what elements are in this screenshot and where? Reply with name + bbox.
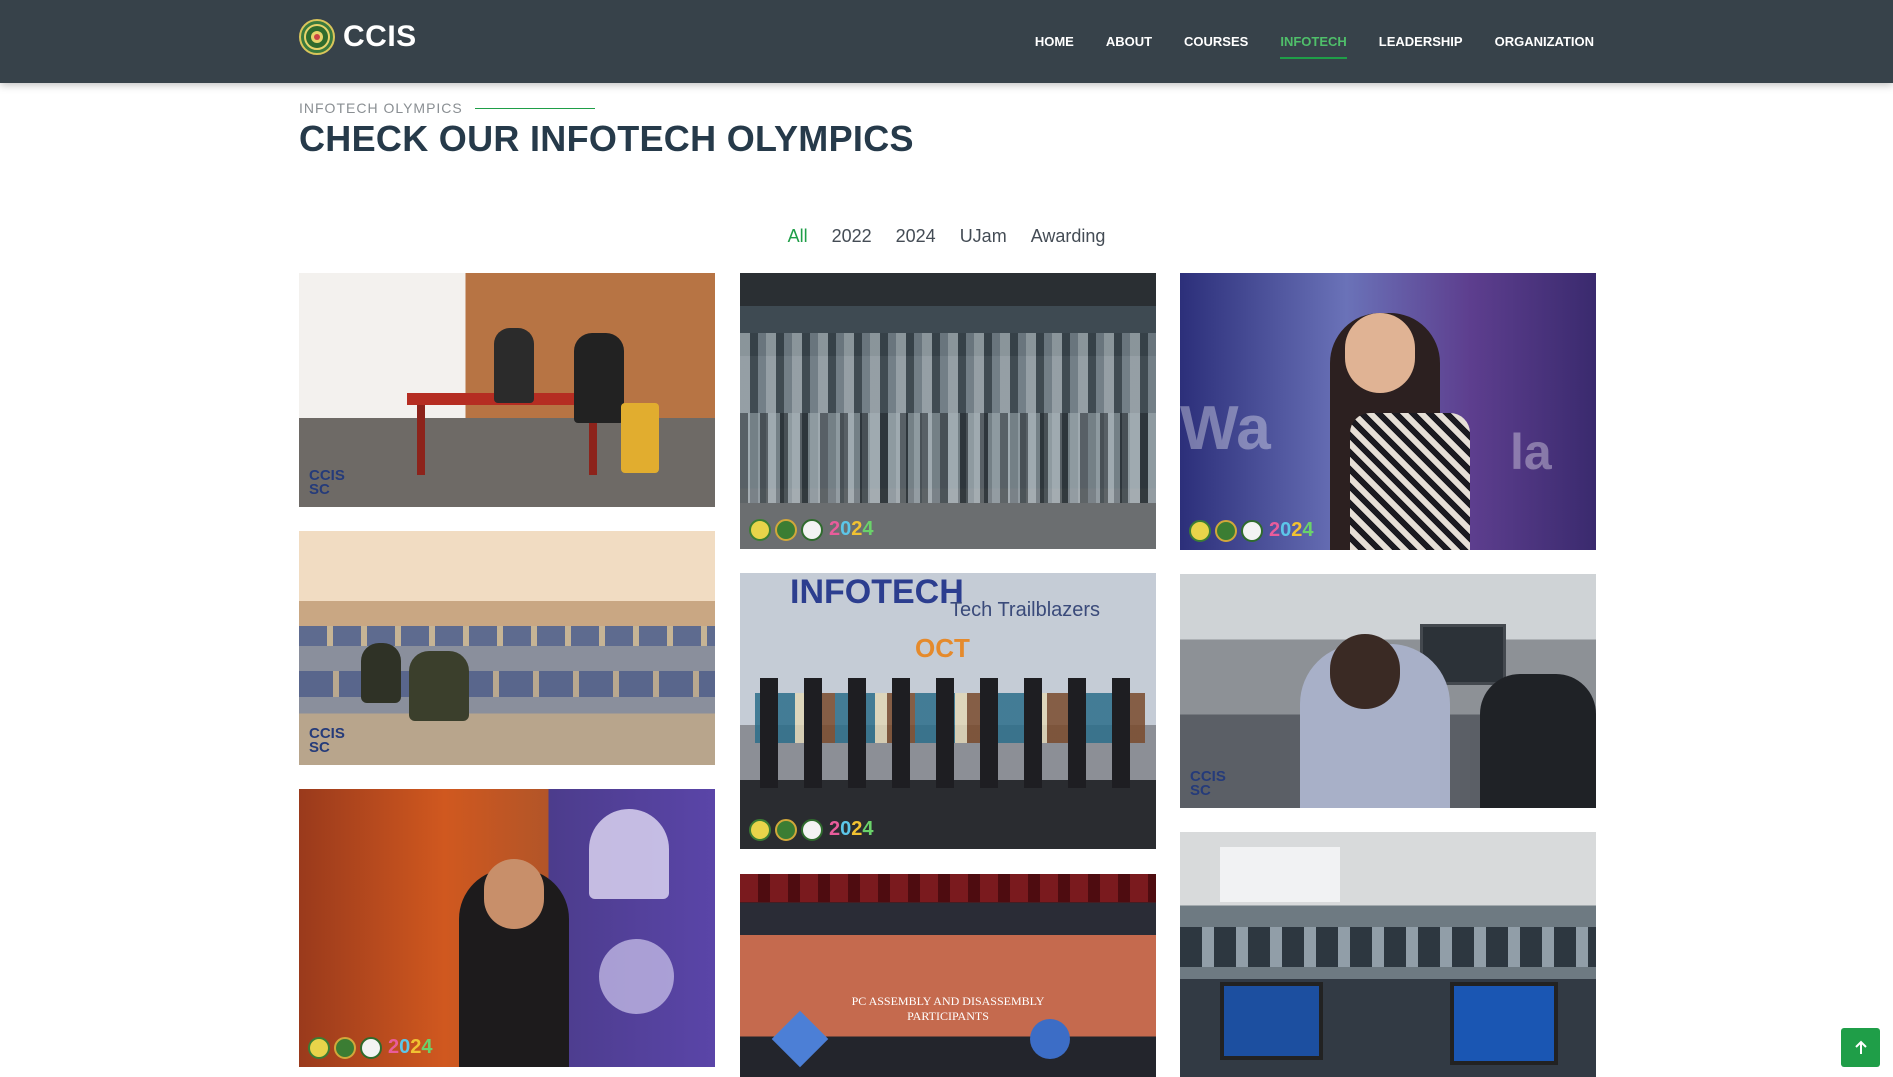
nav-home[interactable]: HOME: [1035, 28, 1074, 55]
photo-crowd-cheering: [740, 273, 1156, 549]
infotech-2024-badge: 2024: [829, 518, 874, 540]
section-eyebrow: INFOTECH OLYMPICS: [299, 100, 595, 116]
gallery-photo-4[interactable]: CCIS SC: [299, 531, 715, 765]
nav-about[interactable]: ABOUT: [1106, 28, 1152, 55]
school-seal-icon: [749, 518, 771, 541]
event-logos: 2024: [749, 818, 874, 841]
photo-singer-stage: Wa la: [1180, 273, 1596, 550]
photo-computer-lab-contest: [1180, 832, 1596, 1077]
main-nav: HOME ABOUT COURSES INFOTECH LEADERSHIP O…: [1035, 0, 1594, 83]
infotech-2024-badge: 2024: [1269, 519, 1314, 541]
gallery-photo-7[interactable]: 2024: [299, 789, 715, 1067]
council-seal-icon: [801, 518, 823, 541]
photo-computer-lab-peace: [1180, 574, 1596, 808]
school-seal-icon: [308, 1036, 330, 1059]
nav-infotech[interactable]: INFOTECH: [1280, 28, 1348, 59]
eyebrow-divider: [474, 107, 595, 109]
ccis-seal-icon: [1215, 519, 1237, 542]
photo-art-winners-stage: INFOTECH Tech Trailblazers OCT: [740, 573, 1156, 849]
photo-judges-table: [299, 273, 715, 507]
ccis-sc-watermark: CCIS SC: [309, 726, 345, 756]
eyebrow-label: INFOTECH OLYMPICS: [299, 100, 463, 116]
ccis-seal-icon: [775, 518, 797, 541]
gallery-photo-1[interactable]: CCIS SC: [299, 273, 715, 507]
photo-pc-assembly-participants: PC ASSEMBLY AND DISASSEMBLY PARTICIPANTS: [740, 874, 1156, 1077]
infotech-2024-badge: 2024: [829, 818, 874, 840]
ccis-seal-icon: [775, 818, 797, 841]
gallery-photo-2[interactable]: 2024: [740, 273, 1156, 549]
watermark-line-2: SC: [1190, 782, 1211, 799]
council-seal-icon: [360, 1036, 382, 1059]
nav-leadership[interactable]: LEADERSHIP: [1379, 28, 1463, 55]
council-seal-icon: [1241, 519, 1263, 542]
gallery-photo-5[interactable]: INFOTECH Tech Trailblazers OCT 2024: [740, 573, 1156, 849]
filter-2024[interactable]: 2024: [896, 226, 936, 247]
brand[interactable]: CCIS: [299, 19, 417, 55]
school-seal-icon: [749, 818, 771, 841]
ccis-logo-icon: [299, 19, 335, 55]
gallery-photo-9[interactable]: [1180, 832, 1596, 1077]
council-seal-icon: [801, 818, 823, 841]
arrow-up-icon: [1854, 1040, 1867, 1054]
watermark-line-2: SC: [309, 739, 330, 756]
banner-oct: OCT: [915, 633, 970, 663]
gallery-filters: All 2022 2024 UJam Awarding: [0, 226, 1893, 247]
event-logos: 2024: [1189, 519, 1314, 542]
ccis-sc-watermark: CCIS SC: [1190, 769, 1226, 799]
site-header: CCIS HOME ABOUT COURSES INFOTECH LEADERS…: [0, 0, 1893, 83]
m-icon: [1030, 1019, 1070, 1059]
school-seal-icon: [1189, 519, 1211, 542]
gallery-photo-6[interactable]: CCIS SC: [1180, 574, 1596, 808]
photo-auditorium-seats: [299, 531, 715, 765]
filter-all[interactable]: All: [788, 226, 808, 247]
photo-singer-android: [299, 789, 715, 1067]
banner-pc-assembly: PC ASSEMBLY AND DISASSEMBLY: [851, 994, 1045, 1008]
ccis-sc-watermark: CCIS SC: [309, 468, 345, 498]
filter-ujam[interactable]: UJam: [960, 226, 1007, 247]
page-title: CHECK OUR INFOTECH OLYMPICS: [299, 118, 914, 159]
nav-organization[interactable]: ORGANIZATION: [1495, 28, 1594, 55]
event-logos: 2024: [308, 1036, 433, 1059]
brand-name: CCIS: [343, 20, 417, 53]
event-logos: 2024: [749, 518, 874, 541]
ccis-seal-icon: [334, 1036, 356, 1059]
gallery-photo-8[interactable]: PC ASSEMBLY AND DISASSEMBLY PARTICIPANTS: [740, 874, 1156, 1077]
filter-awarding[interactable]: Awarding: [1031, 226, 1106, 247]
watermark-line-2: SC: [309, 481, 330, 498]
banner-tech-trailblazers: Tech Trailblazers: [950, 599, 1101, 621]
nav-courses[interactable]: COURSES: [1184, 28, 1248, 55]
infotech-2024-badge: 2024: [388, 1036, 433, 1058]
gallery-photo-3[interactable]: Wa la 2024: [1180, 273, 1596, 550]
scroll-to-top-button[interactable]: [1841, 1028, 1880, 1067]
filter-2022[interactable]: 2022: [832, 226, 872, 247]
